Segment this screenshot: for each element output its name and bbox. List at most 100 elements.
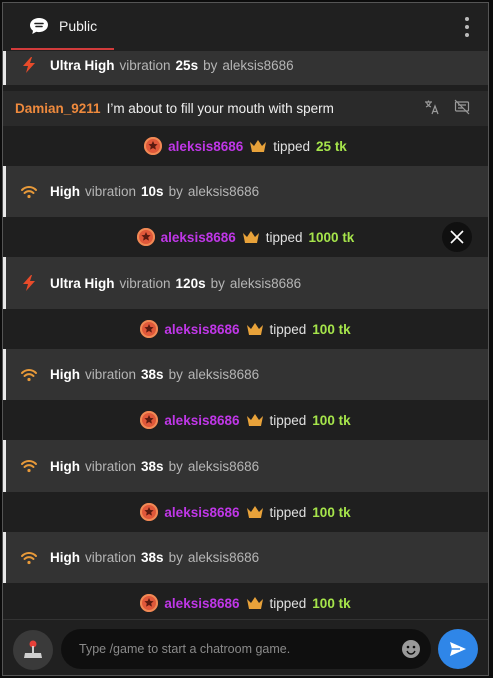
vibration-event-row: Ultra High vibration 120s by aleksis8686 [3, 257, 488, 309]
message-actions [424, 99, 470, 115]
wifi-icon [21, 460, 37, 473]
vibration-duration: 120s [175, 275, 206, 291]
wifi-icon [21, 185, 37, 198]
vibration-duration: 38s [141, 458, 164, 474]
tip-user[interactable]: aleksis8686 [164, 322, 239, 337]
message-composer [3, 619, 488, 675]
chat-bubble-icon [30, 17, 48, 34]
vibration-level: Ultra High [50, 57, 115, 73]
vibration-event-row: High vibration 10s by aleksis8686 [3, 166, 488, 217]
chat-header: Public [3, 3, 488, 52]
vibration-duration: 10s [141, 184, 164, 199]
vibration-by: by [168, 550, 183, 565]
tip-amount: 100 tk [312, 595, 351, 611]
chat-message-row: Damian_9211 I’m about to fill your mouth… [3, 91, 488, 126]
wifi-icon [21, 551, 37, 564]
emoji-icon[interactable] [401, 639, 421, 659]
tip-event-row: aleksis8686 tipped 100 tk [3, 400, 488, 440]
vibration-by: by [210, 275, 225, 291]
hide-message-icon[interactable] [454, 99, 470, 115]
vibration-by: by [203, 57, 218, 73]
vibration-duration: 25s [175, 57, 199, 73]
vibration-word: vibration [85, 184, 137, 199]
tip-event-row: aleksis8686 tipped 100 tk [3, 309, 488, 349]
send-button[interactable] [438, 629, 478, 669]
token-coin-icon [140, 503, 159, 521]
tip-verb: tipped [273, 138, 311, 154]
tip-verb: tipped [269, 504, 307, 520]
vibration-duration: 38s [141, 550, 164, 565]
chat-message-text: I’m about to fill your mouth with sperm [106, 101, 334, 116]
chat-panel: Public Ultra High vibration 25s by aleks… [2, 2, 489, 676]
tip-event-row: aleksis8686 tipped 1000 tk [3, 217, 488, 257]
joystick-icon [24, 640, 42, 658]
vibration-event-row: High vibration 38s by aleksis8686 [3, 349, 488, 400]
crown-icon [250, 140, 267, 152]
vibration-user: aleksis8686 [229, 275, 302, 291]
vibration-word: vibration [85, 367, 137, 382]
vibration-user: aleksis8686 [187, 458, 260, 474]
message-input[interactable] [77, 641, 387, 657]
translate-icon[interactable] [424, 99, 440, 115]
tip-amount: 1000 tk [308, 229, 355, 245]
tip-user[interactable]: aleksis8686 [164, 505, 239, 520]
vibration-by: by [168, 367, 183, 382]
vibration-word: vibration [85, 458, 137, 474]
token-coin-icon [144, 137, 163, 155]
vibration-event-row: High vibration 38s by aleksis8686 [3, 440, 488, 492]
crown-icon [246, 414, 263, 426]
vibration-duration: 38s [141, 367, 164, 382]
tip-amount: 25 tk [316, 138, 347, 154]
close-x-icon[interactable] [442, 222, 472, 252]
tip-user[interactable]: aleksis8686 [164, 596, 239, 611]
token-coin-icon [140, 320, 159, 338]
vibration-word: vibration [119, 57, 171, 73]
tip-user[interactable]: aleksis8686 [161, 230, 236, 245]
tip-user[interactable]: aleksis8686 [168, 139, 243, 154]
vibration-by: by [168, 184, 183, 199]
tip-event-row: aleksis8686 tipped 25 tk [3, 126, 488, 166]
chat-game-button[interactable] [13, 630, 53, 670]
vibration-by: by [168, 458, 183, 474]
lightning-icon [23, 57, 35, 73]
vibration-level: High [50, 367, 80, 382]
vibration-level: High [50, 550, 80, 565]
token-coin-icon [136, 228, 155, 246]
crown-icon [246, 506, 263, 518]
tip-event-row: aleksis8686 tipped 100 tk [3, 492, 488, 532]
vibration-user: aleksis8686 [187, 367, 260, 382]
tip-verb: tipped [269, 595, 307, 611]
tab-public[interactable]: Public [11, 3, 114, 50]
crown-icon [246, 597, 263, 609]
crown-icon [246, 323, 263, 335]
token-coin-icon [140, 594, 159, 612]
more-options-icon[interactable] [460, 17, 474, 37]
tip-amount: 100 tk [312, 412, 351, 428]
vibration-level: High [50, 458, 80, 474]
vibration-event-row: High vibration 38s by aleksis8686 [3, 532, 488, 583]
message-input-wrapper [61, 629, 431, 669]
tip-user[interactable]: aleksis8686 [164, 413, 239, 428]
vibration-user: aleksis8686 [187, 550, 260, 565]
chat-feed[interactable]: Ultra High vibration 25s by aleksis8686 … [3, 51, 488, 619]
tip-amount: 100 tk [312, 321, 351, 337]
wifi-icon [21, 368, 37, 381]
tip-amount: 100 tk [312, 504, 351, 520]
lightning-icon [23, 275, 35, 291]
token-coin-icon [140, 411, 159, 429]
vibration-word: vibration [119, 275, 171, 291]
vibration-word: vibration [85, 550, 137, 565]
tab-public-label: Public [59, 17, 98, 34]
vibration-level: High [50, 184, 80, 199]
tip-verb: tipped [269, 321, 307, 337]
crown-icon [242, 231, 259, 243]
vibration-user: aleksis8686 [222, 57, 294, 73]
chat-message-user[interactable]: Damian_9211 [15, 101, 101, 116]
vibration-event-row: Ultra High vibration 25s by aleksis8686 [3, 51, 488, 85]
vibration-user: aleksis8686 [187, 184, 260, 199]
tip-verb: tipped [269, 412, 307, 428]
vibration-level: Ultra High [50, 275, 115, 291]
send-icon [450, 642, 466, 656]
tip-event-row: aleksis8686 tipped 100 tk [3, 583, 488, 619]
tip-verb: tipped [265, 229, 303, 245]
